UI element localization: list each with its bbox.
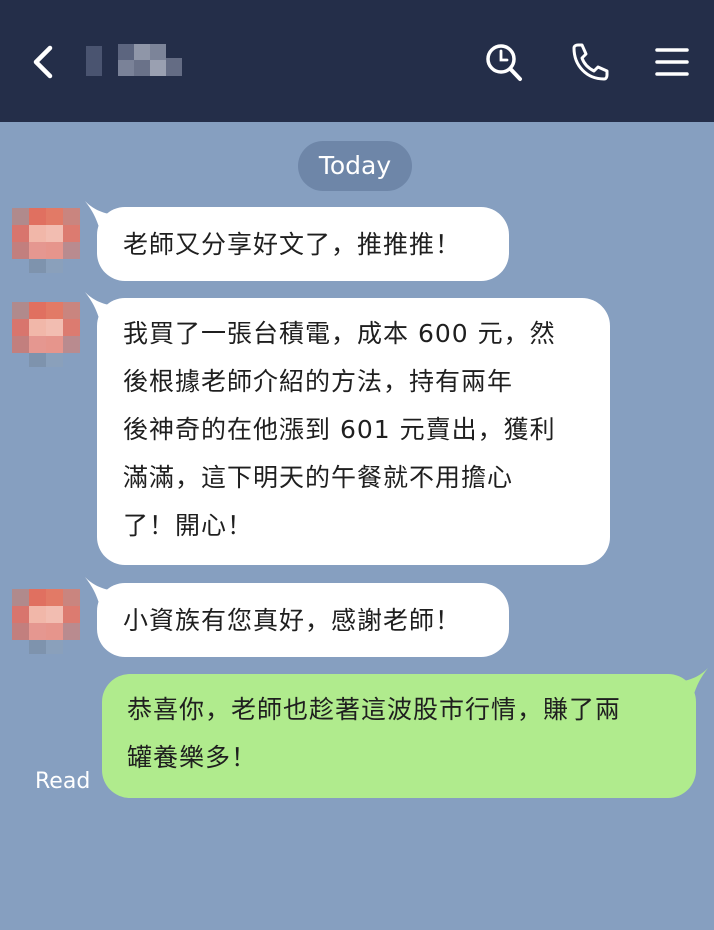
bubble-tail — [85, 292, 115, 318]
avatar[interactable] — [12, 287, 80, 371]
search-icon — [486, 44, 522, 81]
avatar[interactable] — [12, 574, 80, 658]
contact-name-blurred — [86, 44, 182, 76]
menu-icon — [655, 48, 689, 76]
message-text-line: 小資族有您真好，感謝老師！ — [123, 606, 462, 635]
message-text-line: 後神奇的在他漲到 601 元賣出，獲利 — [123, 415, 556, 444]
incoming-message[interactable]: 我買了一張台積電，成本 600 元，然 後根據老師介紹的方法，持有兩年 後神奇的… — [85, 292, 610, 565]
message-text-line: 老師又分享好文了，推推推！ — [123, 230, 462, 259]
message-text-line: 恭喜你，老師也趁著這波股市行情，賺了兩 — [127, 695, 622, 724]
message-text-line: 罐養樂多！ — [127, 743, 258, 772]
message-text-line: 我買了一張台積電，成本 600 元，然 — [123, 319, 556, 348]
bubble-tail — [85, 577, 115, 603]
phone-icon — [572, 43, 609, 81]
menu-button[interactable] — [650, 38, 694, 86]
chevron-left-icon — [33, 45, 53, 79]
bubble-tail — [85, 201, 115, 227]
message-text-line: 滿滿，這下明天的午餐就不用擔心 — [123, 463, 514, 492]
avatar[interactable] — [12, 193, 80, 277]
incoming-message[interactable]: 老師又分享好文了，推推推！ — [85, 201, 509, 281]
bubble-tail — [678, 668, 708, 694]
chat-header — [0, 0, 714, 122]
date-divider: Today — [298, 141, 412, 191]
search-button[interactable] — [482, 38, 526, 86]
message-text-line: 了！開心！ — [123, 511, 254, 540]
incoming-message[interactable]: 小資族有您真好，感謝老師！ — [85, 577, 509, 657]
call-button[interactable] — [565, 38, 609, 86]
read-receipt: Read — [35, 769, 91, 794]
outgoing-message[interactable]: 恭喜你，老師也趁著這波股市行情，賺了兩 罐養樂多！ — [102, 668, 708, 798]
message-text-line: 後根據老師介紹的方法，持有兩年 — [123, 367, 514, 396]
back-button[interactable] — [28, 40, 60, 84]
